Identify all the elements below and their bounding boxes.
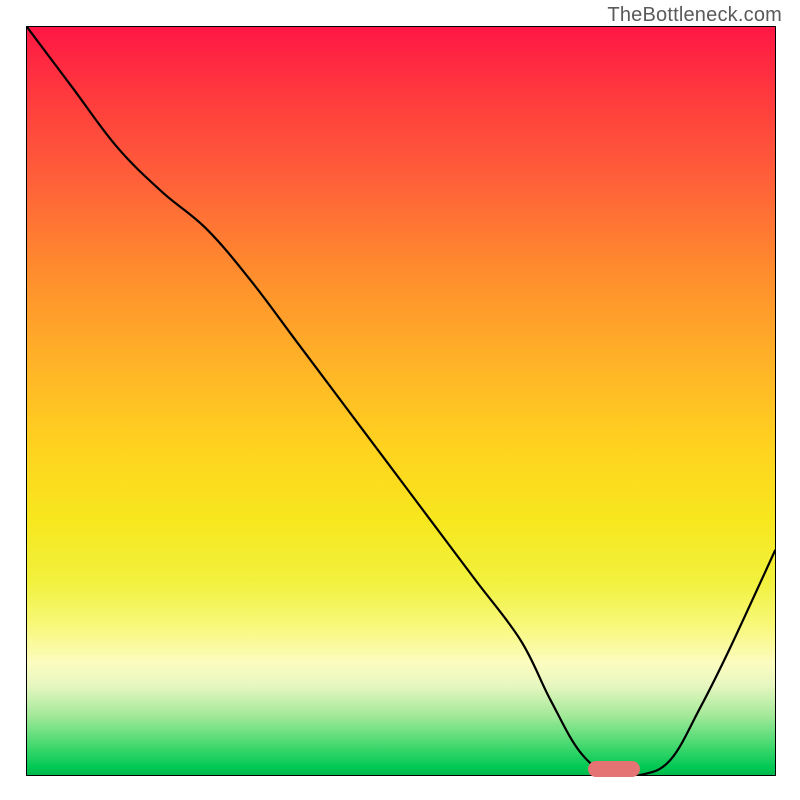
bottleneck-curve (27, 27, 775, 775)
watermark-text: TheBottleneck.com (607, 4, 782, 27)
chart-container: TheBottleneck.com (0, 0, 800, 800)
optimal-range-marker (588, 761, 640, 777)
plot-area (26, 26, 776, 776)
